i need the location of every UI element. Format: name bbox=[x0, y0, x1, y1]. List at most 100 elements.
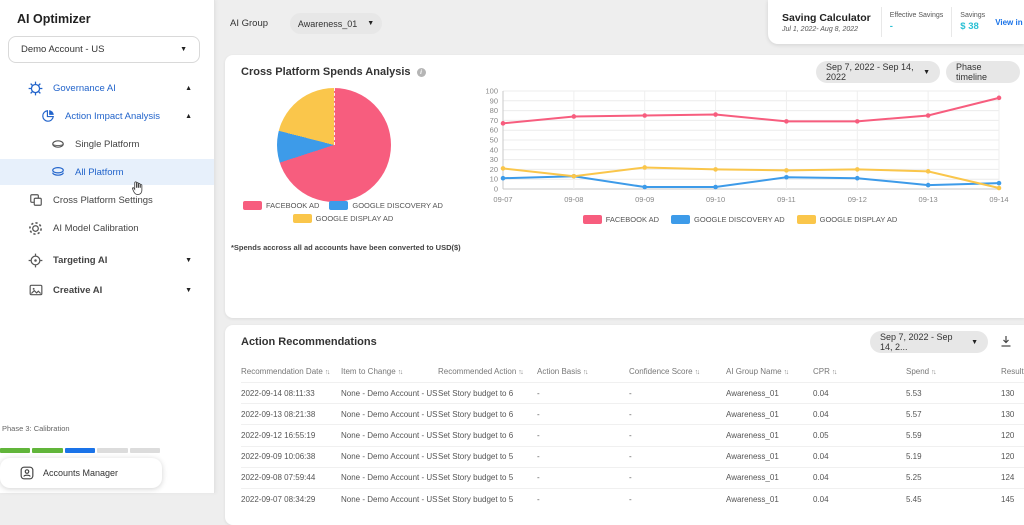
x-tick-label: 09-07 bbox=[493, 195, 512, 204]
data-point bbox=[854, 167, 860, 172]
sidebar-item-action-impact-analysis[interactable]: Action Impact Analysis ▲ bbox=[0, 103, 214, 129]
column-header: Spend ↑↓ bbox=[906, 361, 1001, 383]
legend-item[interactable]: FACEBOOK AD bbox=[582, 215, 660, 224]
legend-label: GOOGLE DISCOVERY AD bbox=[694, 215, 785, 224]
table-cell: 5.19 bbox=[906, 445, 1001, 468]
sidebar: AI Optimizer Demo Account - US ▼ Governa… bbox=[0, 0, 215, 493]
y-tick-label: 20 bbox=[490, 165, 498, 174]
sidebar-item-ai-model-calibration[interactable]: AI Model Calibration bbox=[0, 215, 214, 241]
table-cell: - bbox=[629, 403, 726, 425]
ai-group-dropdown[interactable]: Awareness_01 ▼ bbox=[290, 13, 383, 34]
series-line-google-discovery-ad bbox=[502, 175, 1000, 189]
sort-icon[interactable]: ↑↓ bbox=[695, 369, 701, 376]
account-selector[interactable]: Demo Account - US ▼ bbox=[8, 36, 200, 63]
legend-item[interactable]: GOOGLE DISCOVERY AD bbox=[329, 201, 443, 210]
table-cell: 130 bbox=[1001, 381, 1024, 404]
table-cell: None - Demo Account - US bbox=[341, 403, 438, 425]
x-tick-label: 09-09 bbox=[635, 195, 654, 204]
data-point bbox=[925, 169, 931, 174]
table-cell: None - Demo Account - US bbox=[341, 487, 438, 510]
table-cell: - bbox=[537, 403, 629, 425]
legend-item[interactable]: GOOGLE DISCOVERY AD bbox=[671, 215, 785, 224]
sort-icon[interactable]: ↑↓ bbox=[931, 369, 937, 376]
chevron-up-icon[interactable]: ▲ bbox=[185, 113, 192, 120]
column-header-label: Confidence Score bbox=[629, 367, 693, 376]
y-tick-label: 0 bbox=[494, 185, 498, 194]
sort-icon[interactable]: ↑↓ bbox=[583, 369, 589, 376]
action-recommendations-card: Action Recommendations Sep 7, 2022 - Sep… bbox=[225, 325, 1024, 525]
sidebar-item-cross-platform-settings[interactable]: Cross Platform Settings bbox=[0, 187, 214, 213]
table-header-row: Recommendation Date ↑↓ Item to Change ↑↓ Rec… bbox=[241, 361, 1024, 383]
table-cell: 2022-09-13 08:21:38 bbox=[241, 403, 341, 425]
table-cell: - bbox=[537, 487, 629, 510]
sort-icon[interactable]: ↑↓ bbox=[832, 369, 838, 376]
legend-swatch bbox=[796, 215, 816, 224]
sidebar-item-all-platform[interactable]: All Platform bbox=[0, 159, 214, 185]
data-point bbox=[571, 114, 577, 119]
pie-slice-divider bbox=[334, 88, 335, 145]
chevron-up-icon[interactable]: ▲ bbox=[185, 85, 192, 92]
table-cell: - bbox=[629, 445, 726, 468]
table-cell: Awareness_01 bbox=[726, 424, 813, 447]
y-tick-label: 10 bbox=[490, 175, 498, 184]
table-cell: - bbox=[629, 487, 726, 510]
sidebar-nav: Governance AI ▲ Action Impact Analysis ▲… bbox=[0, 75, 214, 305]
sort-icon[interactable]: ↑↓ bbox=[784, 369, 790, 376]
spend-trend-line-chart: 0 10 20 30 40 50 60 70 80 90 100 09-07 09-08 09-09 09-… bbox=[465, 81, 1015, 218]
column-header-label: Recommendation Date bbox=[241, 367, 323, 376]
table-cell: Awareness_01 bbox=[726, 403, 813, 425]
table-cell: 0.04 bbox=[813, 466, 906, 489]
data-point bbox=[642, 113, 648, 118]
download-icon[interactable] bbox=[1000, 335, 1012, 353]
spends-card-title: Cross Platform Spends Analysis bbox=[241, 66, 411, 78]
sort-icon[interactable]: ↑↓ bbox=[518, 369, 524, 376]
chevron-down-icon[interactable]: ▼ bbox=[185, 257, 192, 264]
sort-icon[interactable]: ↑↓ bbox=[398, 369, 404, 376]
data-point bbox=[784, 119, 789, 124]
accounts-manager-icon bbox=[20, 466, 34, 480]
info-icon[interactable]: i bbox=[416, 67, 426, 77]
progress-segment bbox=[64, 448, 96, 453]
recommendations-date-range-dropdown[interactable]: Sep 7, 2022 - Sep 14, 2... ▼ bbox=[870, 331, 988, 353]
table-cell: 0.05 bbox=[813, 424, 906, 447]
column-header: Confidence Score ↑↓ bbox=[629, 361, 726, 383]
spend-share-pie-chart[interactable] bbox=[277, 88, 391, 202]
legend-item[interactable]: FACEBOOK AD bbox=[243, 201, 319, 210]
legend-item[interactable]: GOOGLE DISPLAY AD bbox=[796, 215, 897, 224]
table-cell: 5.57 bbox=[906, 403, 1001, 425]
view-details-link[interactable]: View in Details bbox=[993, 18, 1024, 27]
column-header-label: Item to Change bbox=[341, 367, 396, 376]
sidebar-item-creative-ai[interactable]: Creative AI ▼ bbox=[0, 277, 214, 303]
recommendations-table: Recommendation Date ↑↓ Item to Change ↑↓ Rec… bbox=[241, 361, 1024, 510]
data-point bbox=[500, 166, 506, 171]
target-icon bbox=[28, 253, 43, 268]
legend-label: FACEBOOK AD bbox=[605, 215, 660, 224]
image-icon bbox=[28, 283, 43, 298]
data-point bbox=[854, 119, 860, 124]
all-platform-icon bbox=[50, 165, 65, 180]
cross-platform-settings-icon bbox=[28, 193, 43, 208]
legend-item[interactable]: GOOGLE DISPLAY AD bbox=[292, 214, 393, 223]
accounts-manager-button[interactable]: Accounts Manager bbox=[0, 458, 162, 488]
table-cell: Awareness_01 bbox=[726, 466, 813, 489]
sidebar-item-single-platform[interactable]: Single Platform bbox=[0, 131, 214, 157]
sort-icon[interactable]: ↑↓ bbox=[325, 369, 331, 376]
phase-timeline-button[interactable]: Phase timeline bbox=[946, 61, 1020, 83]
x-tick-label: 09-12 bbox=[848, 195, 867, 204]
y-tick-label: 30 bbox=[490, 155, 498, 164]
saving-calculator-dates: Jul 1, 2022- Aug 8, 2022 bbox=[782, 25, 859, 33]
progress-segment bbox=[97, 448, 128, 453]
chevron-down-icon[interactable]: ▼ bbox=[185, 287, 192, 294]
data-point bbox=[784, 168, 789, 173]
legend-swatch bbox=[671, 215, 691, 224]
spends-date-range-dropdown[interactable]: Sep 7, 2022 - Sep 14, 2022 ▼ bbox=[816, 61, 940, 83]
data-point bbox=[642, 165, 648, 170]
data-point bbox=[925, 113, 931, 118]
sidebar-item-label: Governance AI bbox=[53, 82, 116, 94]
table-cell: 0.04 bbox=[813, 403, 906, 425]
sidebar-item-governance-ai[interactable]: Governance AI ▲ bbox=[0, 75, 214, 101]
table-cell: 5.25 bbox=[906, 466, 1001, 489]
sidebar-item-targeting-ai[interactable]: Targeting AI ▼ bbox=[0, 247, 214, 273]
table-cell: - bbox=[629, 466, 726, 489]
table-cell: Awareness_01 bbox=[726, 445, 813, 468]
